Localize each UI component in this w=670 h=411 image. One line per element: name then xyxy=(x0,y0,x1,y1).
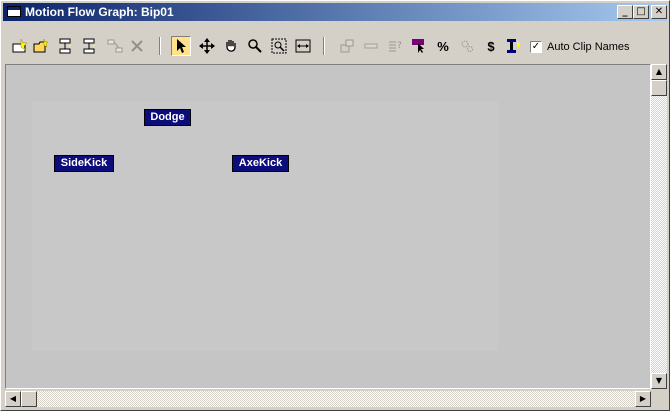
maximize-button[interactable]: □ xyxy=(633,5,649,19)
disabled-icon[interactable] xyxy=(361,36,381,56)
create-transition-icon[interactable] xyxy=(55,36,75,56)
window-title: Motion Flow Graph: Bip01 xyxy=(25,5,174,19)
vertical-scroll-thumb[interactable] xyxy=(651,80,667,96)
svg-text:?: ? xyxy=(397,41,402,51)
close-button[interactable]: ✕ xyxy=(651,5,667,19)
move-icon[interactable] xyxy=(197,36,217,56)
percent-icon[interactable]: % xyxy=(433,36,453,56)
scroll-down-button[interactable]: ▼ xyxy=(651,373,667,389)
zoom-icon[interactable] xyxy=(245,36,265,56)
title-bar[interactable]: Motion Flow Graph: Bip01 _ □ ✕ xyxy=(3,3,667,21)
pan-hand-icon[interactable] xyxy=(221,36,241,56)
delete-icon[interactable] xyxy=(127,36,147,56)
create-random-motion-icon[interactable] xyxy=(105,36,125,56)
optimize-icon[interactable] xyxy=(457,36,477,56)
motion-flow-window: Motion Flow Graph: Bip01 _ □ ✕ ? % $ ✓ A… xyxy=(0,0,670,411)
clip-node-sidekick[interactable]: SideKick xyxy=(54,155,114,172)
window-icon xyxy=(7,6,21,17)
scroll-right-button[interactable]: ▶ xyxy=(635,391,651,407)
show-scripts-icon[interactable] xyxy=(337,36,357,56)
toolbar-separator xyxy=(323,37,325,55)
zoom-region-icon[interactable] xyxy=(269,36,289,56)
minimize-button[interactable]: _ xyxy=(617,5,633,19)
disabled-2-icon[interactable]: ? xyxy=(385,36,405,56)
clip-node-dodge[interactable]: Dodge xyxy=(144,109,191,126)
horizontal-scroll-thumb[interactable] xyxy=(21,391,37,407)
toolbar: ? % $ ✓ Auto Clip Names xyxy=(3,33,667,61)
dollar-icon[interactable]: $ xyxy=(481,36,501,56)
graph-region xyxy=(32,101,498,351)
graph-canvas[interactable]: Dodge SideKick AxeKick xyxy=(5,64,651,389)
vertical-scrollbar[interactable]: ▲ ▼ xyxy=(651,64,667,389)
extents-icon[interactable] xyxy=(293,36,313,56)
auto-clip-names-checkbox[interactable]: ✓ xyxy=(530,41,542,53)
delete-transition-icon[interactable] xyxy=(79,36,99,56)
scroll-up-button[interactable]: ▲ xyxy=(651,64,667,80)
create-clip-icon[interactable] xyxy=(9,36,29,56)
toolbar-separator xyxy=(159,37,161,55)
horizontal-scrollbar[interactable]: ◀ ▶ xyxy=(5,391,651,407)
open-clip-icon[interactable] xyxy=(31,36,51,56)
scroll-left-button[interactable]: ◀ xyxy=(5,391,21,407)
scrollbar-corner xyxy=(651,391,667,407)
bar-icon[interactable] xyxy=(503,36,523,56)
select-random-start-clip-icon[interactable] xyxy=(409,36,429,56)
select-arrow-icon[interactable] xyxy=(171,36,191,56)
auto-clip-names-label[interactable]: Auto Clip Names xyxy=(547,41,630,53)
clip-node-axekick[interactable]: AxeKick xyxy=(232,155,289,172)
